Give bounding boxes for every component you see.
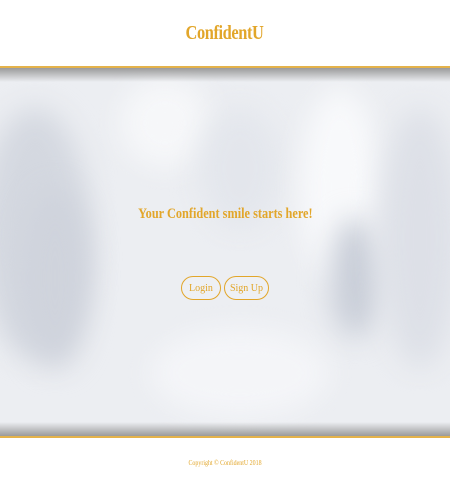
copyright-text: Copyright © ConfidentU 2018	[188, 458, 262, 467]
hero-content: Your Confident smile starts here! Login …	[0, 68, 450, 436]
site-footer: Copyright © ConfidentU 2018	[0, 438, 450, 487]
site-header: ConfidentU	[0, 0, 450, 66]
hero-tagline: Your Confident smile starts here!	[0, 206, 450, 223]
footer-divider	[0, 436, 450, 438]
hero-tagline-text: Your Confident smile starts here!	[137, 206, 313, 222]
login-button[interactable]: Login	[181, 276, 221, 300]
brand-logo-text[interactable]: ConfidentU	[186, 22, 264, 45]
page: ConfidentU Your Confident smile starts h…	[0, 0, 450, 487]
sign-up-button[interactable]: Sign Up	[224, 276, 269, 300]
